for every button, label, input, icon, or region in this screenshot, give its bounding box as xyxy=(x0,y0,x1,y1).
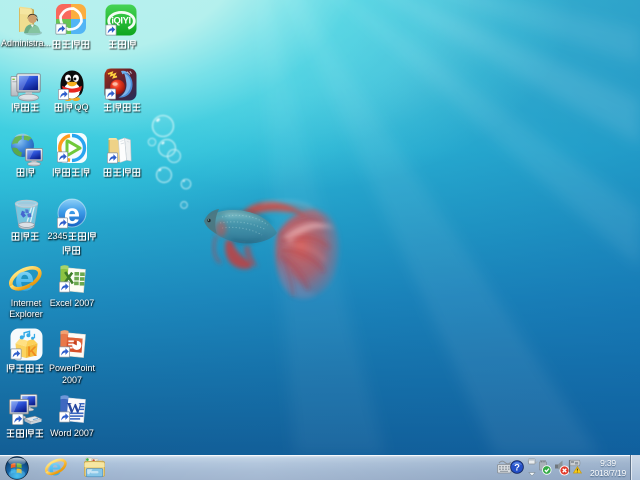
svg-text:?: ? xyxy=(514,463,520,474)
svg-text:e: e xyxy=(49,456,62,479)
svg-text:iQIYI: iQIYI xyxy=(111,15,130,26)
svg-text:e: e xyxy=(15,261,34,296)
svg-text:K: K xyxy=(27,344,37,359)
